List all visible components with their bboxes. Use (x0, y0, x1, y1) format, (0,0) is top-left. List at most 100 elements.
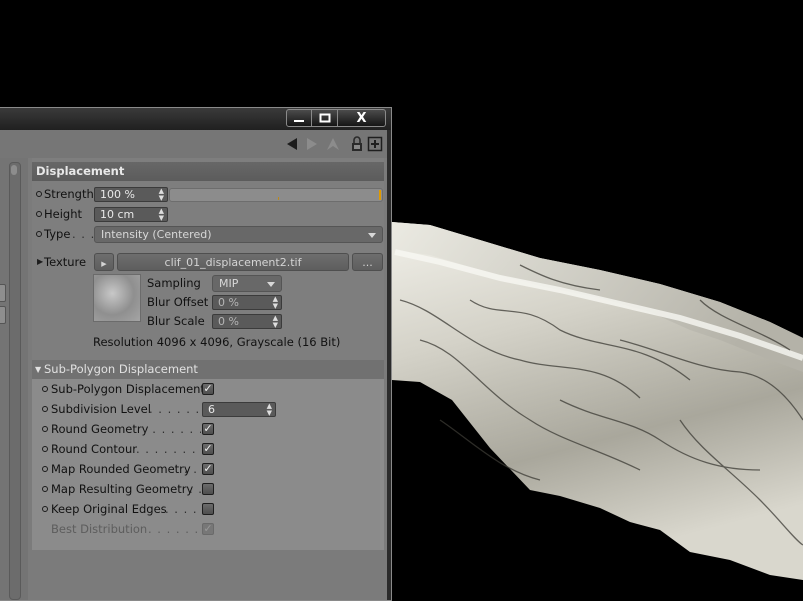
subpoly-enable-label: Sub-Polygon Displacement (51, 382, 205, 396)
texture-preview-thumbnail[interactable] (93, 274, 141, 322)
animation-dot-icon[interactable] (42, 425, 48, 432)
texture-file-button[interactable]: clif_01_displacement2.tif (117, 253, 349, 271)
sampling-value: MIP (219, 277, 239, 290)
lock-icon[interactable] (349, 136, 365, 152)
spinner-arrows-icon[interactable]: ▲ ▼ (273, 296, 278, 310)
height-label: Height (44, 207, 83, 221)
new-panel-icon[interactable] (367, 136, 383, 152)
back-arrow-icon[interactable] (284, 136, 300, 152)
round-geometry-label: Round Geometry (51, 422, 149, 436)
slider-tick (278, 197, 279, 200)
spinner-arrows-icon[interactable]: ▲ ▼ (159, 188, 164, 202)
sampling-label: Sampling (147, 276, 201, 290)
round-geometry-row: Round Geometry . . . . . . . . . . ✓ (32, 419, 384, 439)
minimize-button[interactable] (286, 109, 312, 127)
type-dropdown[interactable]: Intensity (Centered) (94, 226, 383, 243)
attribute-manager-window: X Displacement Strength 100 % ▲ ▼ Height… (0, 107, 392, 601)
subpoly-group: ▼ Sub-Polygon Displacement Sub-Polygon D… (32, 360, 384, 550)
displacement-section-header: Displacement (32, 162, 384, 181)
expand-triangle-icon[interactable]: ▶ (37, 252, 43, 272)
texture-browse-button[interactable]: ... (352, 253, 383, 271)
minimize-icon (294, 120, 304, 122)
chevron-down-icon (368, 233, 376, 238)
height-value: 10 cm (100, 208, 135, 221)
strength-row: Strength 100 % ▲ ▼ (32, 184, 383, 204)
spinner-arrows-icon[interactable]: ▲ ▼ (159, 208, 164, 222)
maximize-icon (319, 113, 330, 123)
animation-dot-icon[interactable] (42, 405, 48, 412)
triangle-right-icon: ▶ (101, 260, 107, 268)
maximize-button[interactable] (312, 109, 338, 127)
leader-dots: . . (189, 482, 201, 496)
height-input[interactable]: 10 cm ▲ ▼ (94, 207, 168, 222)
leader-dots: . . . . . . (165, 502, 201, 516)
leader-dots: . . . . . . . . . . . (136, 442, 201, 456)
forward-arrow-icon[interactable] (304, 136, 320, 152)
type-value: Intensity (Centered) (101, 228, 212, 241)
map-rounded-geometry-label: Map Rounded Geometry (51, 462, 191, 476)
strength-label: Strength (44, 187, 94, 201)
texture-label: Texture (44, 255, 87, 269)
left-pane (0, 158, 28, 600)
keep-original-edges-label: Keep Original Edges (51, 502, 167, 516)
animation-dot-icon[interactable] (36, 190, 42, 197)
round-contour-checkbox[interactable]: ✓ (202, 443, 214, 455)
best-distribution-label: Best Distribution (51, 522, 148, 536)
round-contour-label: Round Contour (51, 442, 137, 456)
animation-dot-icon[interactable] (42, 385, 48, 392)
best-distribution-checkbox: ✓ (202, 522, 214, 535)
best-distribution-row: Best Distribution . . . . . . . . . . ✓ (32, 519, 384, 539)
subdivision-level-label: Subdivision Level (51, 402, 151, 416)
height-row: Height 10 cm ▲ ▼ (32, 204, 168, 224)
subpoly-enable-row: Sub-Polygon Displacement ✓ (32, 379, 384, 399)
subpoly-section-header[interactable]: ▼ Sub-Polygon Displacement (32, 360, 384, 379)
chevron-down-icon (267, 282, 275, 287)
blur-offset-value: 0 % (218, 296, 239, 309)
blur-scale-input[interactable]: 0 % ▲ ▼ (212, 314, 282, 329)
close-icon: X (356, 110, 367, 126)
animation-dot-icon[interactable] (42, 485, 48, 492)
texture-row: ▶ Texture ▶ clif_01_displacement2.tif ..… (32, 252, 384, 272)
scrollbar-thumb[interactable] (11, 165, 17, 175)
left-scrollbar[interactable] (9, 162, 21, 600)
animation-dot-icon[interactable] (42, 505, 48, 512)
animation-dot-icon[interactable] (36, 230, 42, 237)
map-resulting-geometry-row: Map Resulting Geometry . . (32, 479, 384, 499)
pane-collapse-handle[interactable] (0, 306, 6, 324)
subpoly-enable-checkbox[interactable]: ✓ (202, 383, 214, 395)
map-resulting-geometry-checkbox[interactable] (202, 483, 214, 495)
collapse-triangle-icon[interactable]: ▼ (35, 360, 41, 379)
animation-dot-icon[interactable] (42, 465, 48, 472)
panel-empty-area (32, 550, 384, 600)
up-arrow-icon[interactable] (325, 136, 341, 152)
subpoly-header-label: Sub-Polygon Displacement (44, 362, 198, 376)
subdivision-level-input[interactable]: 6 ▲ ▼ (202, 402, 276, 417)
leader-dots: . . . (184, 462, 201, 476)
subdivision-level-row: Subdivision Level . . . . . . . . . 6 ▲▼ (32, 399, 384, 419)
blur-scale-label: Blur Scale (147, 314, 205, 328)
map-rounded-geometry-checkbox[interactable]: ✓ (202, 463, 214, 475)
type-leader-dots: . . . . (72, 227, 94, 241)
leader-dots: . . . . . . . . . . (148, 522, 201, 536)
subdivision-level-value: 6 (208, 403, 215, 416)
keep-original-edges-checkbox[interactable] (202, 503, 214, 515)
resolution-info: Resolution 4096 x 4096, Grayscale (16 Bi… (93, 335, 341, 349)
round-geometry-checkbox[interactable]: ✓ (202, 423, 214, 435)
slider-handle[interactable] (379, 190, 381, 200)
texture-menu-button[interactable]: ▶ (94, 253, 114, 271)
animation-dot-icon[interactable] (42, 445, 48, 452)
blur-offset-input[interactable]: 0 % ▲ ▼ (212, 295, 282, 310)
close-button[interactable]: X (338, 109, 386, 127)
animation-dot-icon[interactable] (36, 210, 42, 217)
sampling-dropdown[interactable]: MIP (212, 275, 282, 292)
strength-slider[interactable] (169, 188, 383, 202)
window-content: Displacement Strength 100 % ▲ ▼ Height 10… (0, 130, 387, 600)
pane-collapse-handle[interactable] (0, 284, 6, 302)
blur-scale-value: 0 % (218, 315, 239, 328)
window-titlebar[interactable]: X (0, 108, 391, 130)
spinner-arrows-icon[interactable]: ▲ ▼ (267, 403, 272, 417)
attributes-panel: Displacement Strength 100 % ▲ ▼ Height 10… (32, 158, 384, 600)
map-rounded-geometry-row: Map Rounded Geometry . . . ✓ (32, 459, 384, 479)
strength-input[interactable]: 100 % ▲ ▼ (94, 187, 168, 202)
spinner-arrows-icon[interactable]: ▲ ▼ (273, 315, 278, 329)
